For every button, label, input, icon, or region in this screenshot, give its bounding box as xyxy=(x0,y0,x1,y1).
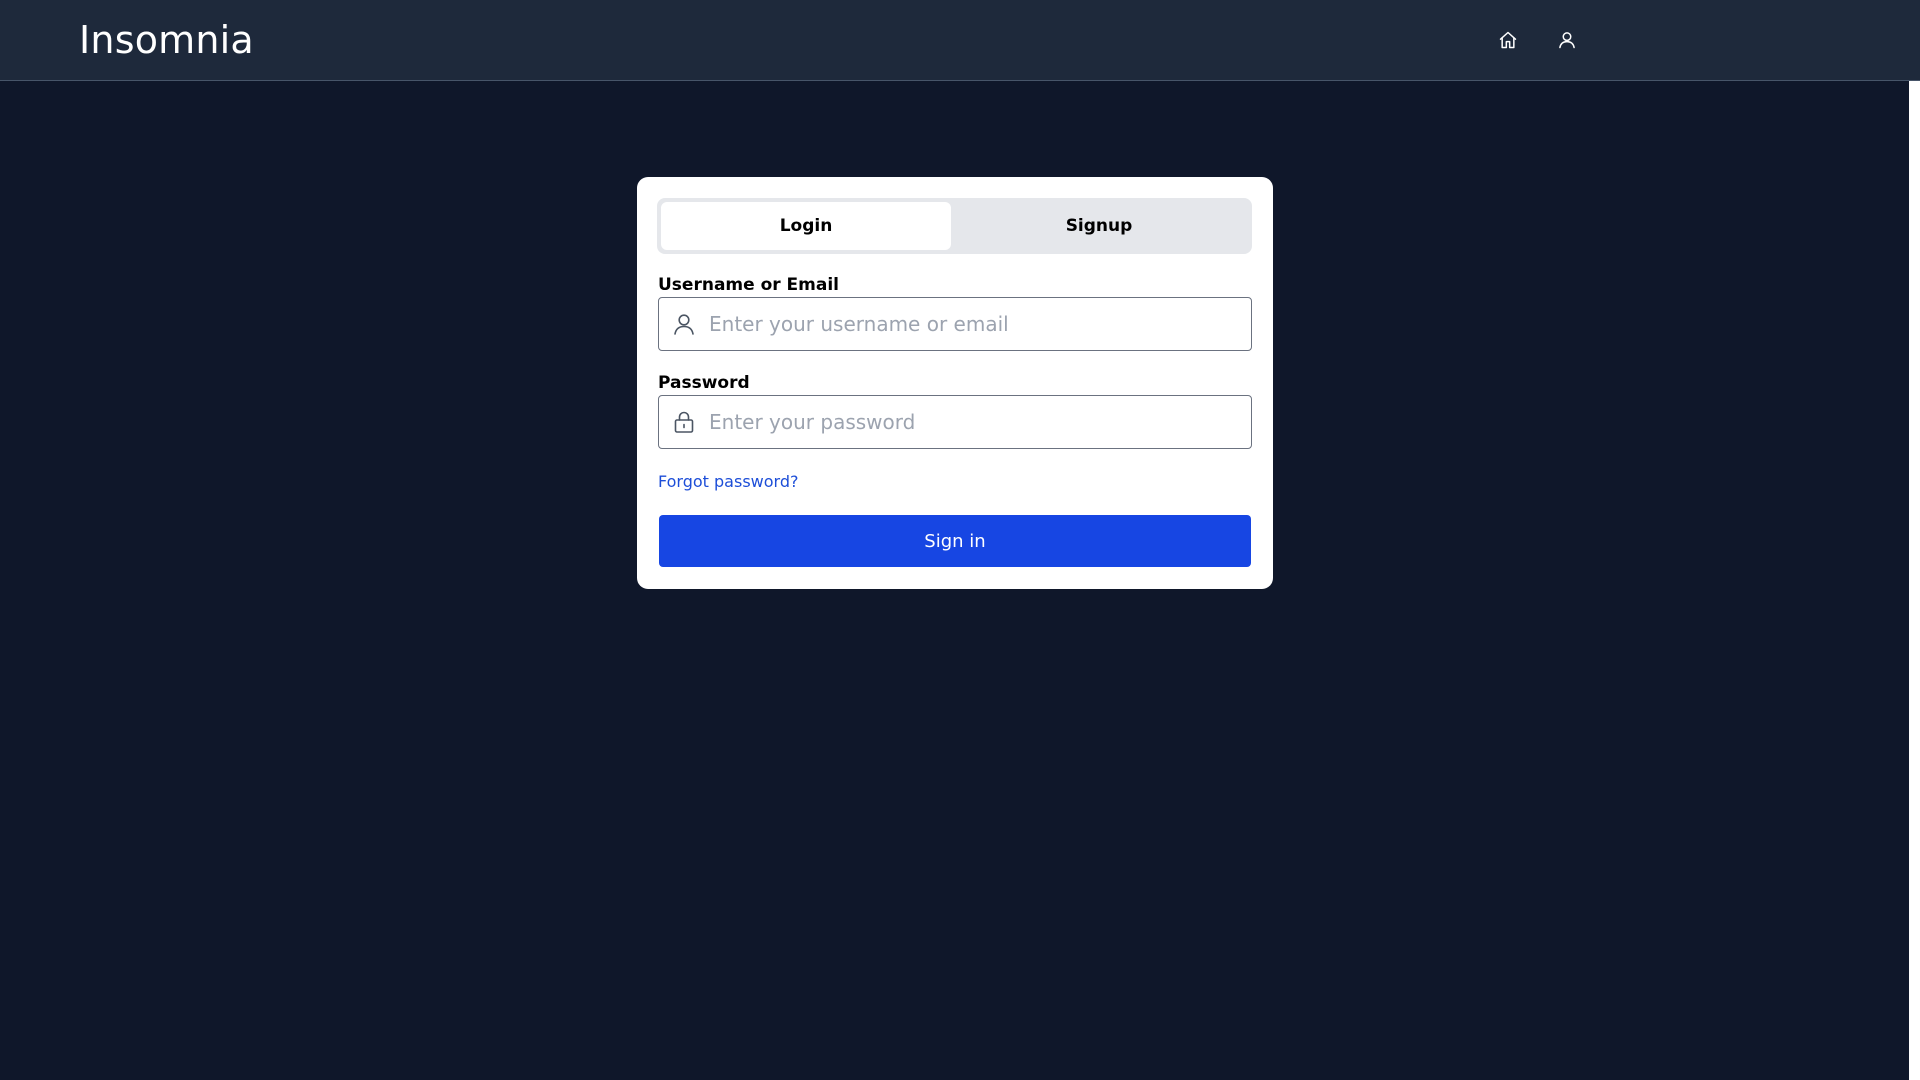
lock-icon xyxy=(674,411,694,433)
window-edge xyxy=(1909,81,1920,1080)
user-icon[interactable] xyxy=(1555,28,1579,52)
brand-logo-text[interactable]: Insomnia xyxy=(79,16,254,64)
auth-tabs: Login Signup xyxy=(657,198,1252,254)
password-input[interactable] xyxy=(707,396,1247,448)
sign-in-button[interactable]: Sign in xyxy=(659,515,1251,567)
password-label: Password xyxy=(658,373,750,393)
username-label: Username or Email xyxy=(658,275,840,295)
user-icon xyxy=(674,314,694,335)
username-field-container xyxy=(658,297,1252,351)
top-navbar: Insomnia xyxy=(0,0,1920,81)
forgot-password-link[interactable]: Forgot password? xyxy=(658,472,798,491)
password-field-container xyxy=(658,395,1252,449)
tab-signup[interactable]: Signup xyxy=(954,202,1244,250)
auth-card: Login Signup Username or Email Password … xyxy=(637,177,1273,589)
tab-login[interactable]: Login xyxy=(661,202,951,250)
home-icon[interactable] xyxy=(1496,28,1520,52)
username-input[interactable] xyxy=(707,298,1247,350)
